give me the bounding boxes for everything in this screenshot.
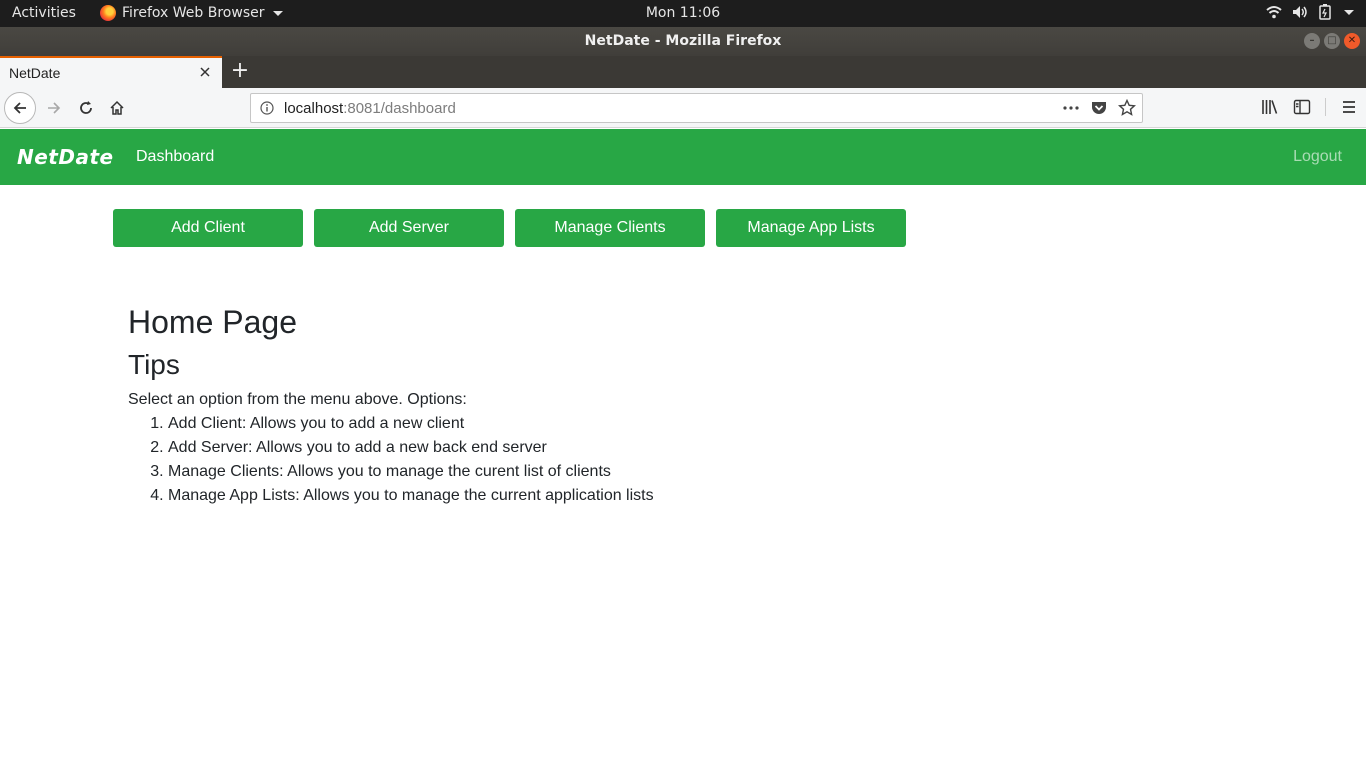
activities-button[interactable]: Activities xyxy=(12,5,76,21)
tab-strip: NetDate + xyxy=(0,56,1366,88)
close-window-button[interactable]: ✕ xyxy=(1344,33,1360,49)
window-title: NetDate - Mozilla Firefox xyxy=(584,33,782,49)
wifi-icon xyxy=(1266,6,1282,19)
tips-list: Add Client: Allows you to add a new clie… xyxy=(128,412,654,508)
url-bar[interactable]: localhost:8081/dashboard xyxy=(250,93,1143,123)
add-client-button[interactable]: Add Client xyxy=(113,209,303,247)
url-host: localhost xyxy=(284,100,344,117)
main-content: Home Page Tips Select an option from the… xyxy=(128,302,654,508)
volume-icon xyxy=(1293,6,1307,18)
app-menu[interactable]: Firefox Web Browser xyxy=(100,5,283,21)
forward-button[interactable] xyxy=(38,92,70,124)
close-icon[interactable] xyxy=(197,64,213,80)
list-item: Manage App Lists: Allows you to manage t… xyxy=(168,484,654,508)
minimize-button[interactable]: – xyxy=(1304,33,1320,49)
window-title-bar: NetDate - Mozilla Firefox – □ ✕ xyxy=(0,27,1366,56)
hamburger-menu-icon[interactable] xyxy=(1340,98,1358,116)
chevron-down-icon xyxy=(272,10,283,16)
sidebar-icon[interactable] xyxy=(1293,98,1311,116)
tab-title: NetDate xyxy=(9,65,61,81)
pocket-icon[interactable] xyxy=(1090,99,1108,117)
home-icon xyxy=(110,100,124,115)
tab-netdate[interactable]: NetDate xyxy=(0,56,222,88)
tips-intro: Select an option from the menu above. Op… xyxy=(128,391,467,408)
system-top-bar: Activities Firefox Web Browser Mon 11:06 xyxy=(0,0,1366,27)
system-tray[interactable] xyxy=(1266,4,1354,20)
list-item: Add Server: Allows you to add a new back… xyxy=(168,436,654,460)
url-text[interactable]: localhost:8081/dashboard xyxy=(284,100,456,117)
brand-logo[interactable]: NetDate xyxy=(17,145,114,169)
reload-icon xyxy=(80,101,92,114)
library-icon[interactable] xyxy=(1261,98,1279,116)
reload-button[interactable] xyxy=(70,92,102,124)
nav-toolbar: localhost:8081/dashboard xyxy=(0,88,1366,128)
url-path: :8081/dashboard xyxy=(343,100,456,117)
nav-logout-link[interactable]: Logout xyxy=(1293,148,1342,166)
manage-clients-button[interactable]: Manage Clients xyxy=(515,209,705,247)
list-item: Add Client: Allows you to add a new clie… xyxy=(168,412,654,436)
arrow-left-icon xyxy=(13,102,26,114)
arrow-right-icon xyxy=(48,102,61,114)
toolbar-separator xyxy=(1325,98,1326,116)
bookmark-star-icon[interactable] xyxy=(1118,99,1136,117)
firefox-icon xyxy=(100,5,116,21)
nav-dashboard-link[interactable]: Dashboard xyxy=(136,148,214,166)
home-button[interactable] xyxy=(101,92,133,124)
page-title: Home Page xyxy=(128,304,297,340)
app-menu-label: Firefox Web Browser xyxy=(122,5,265,21)
list-item: Manage Clients: Allows you to manage the… xyxy=(168,460,654,484)
tips-heading: Tips xyxy=(128,349,180,380)
manage-app-lists-button[interactable]: Manage App Lists xyxy=(716,209,906,247)
info-icon[interactable] xyxy=(260,101,274,115)
back-button[interactable] xyxy=(4,92,36,124)
add-server-button[interactable]: Add Server xyxy=(314,209,504,247)
app-navbar: NetDate Dashboard Logout xyxy=(0,129,1366,185)
maximize-button[interactable]: □ xyxy=(1324,33,1340,49)
chevron-down-icon xyxy=(1344,9,1354,15)
new-tab-button[interactable]: + xyxy=(228,60,252,84)
battery-icon xyxy=(1319,4,1331,20)
more-actions-icon[interactable] xyxy=(1062,99,1080,117)
action-buttons: Add Client Add Server Manage Clients Man… xyxy=(113,209,906,247)
